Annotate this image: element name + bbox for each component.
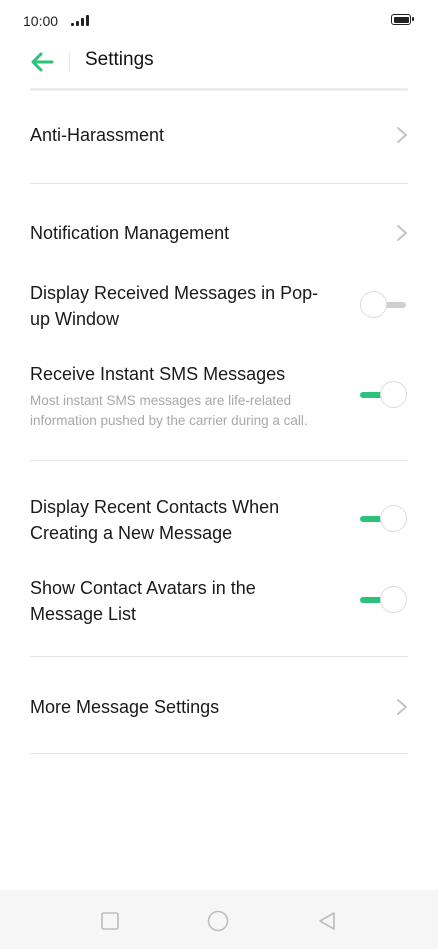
recent-contacts-label: Display Recent Contacts When Creating a … bbox=[30, 497, 280, 543]
instant-sms-row: Receive Instant SMS Messages Most instan… bbox=[30, 361, 408, 433]
chevron-right-icon bbox=[396, 224, 408, 242]
page-title: Settings bbox=[85, 49, 154, 70]
divider bbox=[30, 460, 408, 461]
status-time: 10:00 bbox=[23, 13, 59, 29]
instant-sms-toggle[interactable] bbox=[360, 380, 408, 410]
circle-icon[interactable] bbox=[207, 910, 229, 932]
navigation-bar bbox=[0, 890, 438, 949]
popup-window-toggle[interactable] bbox=[360, 290, 408, 320]
header-divider bbox=[69, 52, 70, 72]
instant-sms-description: Most instant SMS messages are life-relat… bbox=[30, 393, 308, 428]
more-message-settings-label: More Message Settings bbox=[30, 697, 220, 717]
divider bbox=[30, 753, 408, 754]
popup-window-label: Display Received Messages in Pop-up Wind… bbox=[30, 283, 319, 329]
divider bbox=[30, 656, 408, 657]
notification-management-label: Notification Management bbox=[30, 223, 230, 243]
popup-window-row: Display Received Messages in Pop-up Wind… bbox=[30, 280, 408, 332]
recent-contacts-toggle[interactable] bbox=[360, 504, 408, 534]
triangle-back-icon[interactable] bbox=[316, 910, 338, 932]
anti-harassment-label: Anti-Harassment bbox=[30, 125, 165, 145]
contact-avatars-toggle[interactable] bbox=[360, 585, 408, 615]
notification-management-row[interactable]: Notification Management bbox=[30, 220, 408, 246]
signal-icon bbox=[71, 14, 89, 26]
status-bar: 10:00 bbox=[0, 0, 438, 40]
chevron-right-icon bbox=[396, 698, 408, 716]
contact-avatars-row: Show Contact Avatars in the Message List bbox=[30, 575, 408, 627]
divider bbox=[30, 183, 408, 184]
scroll-edge bbox=[30, 88, 408, 91]
contact-avatars-label: Show Contact Avatars in the Message List bbox=[30, 578, 256, 624]
back-arrow-icon[interactable] bbox=[30, 52, 54, 72]
header: Settings bbox=[0, 40, 438, 84]
more-message-settings-row[interactable]: More Message Settings bbox=[30, 694, 408, 720]
square-icon[interactable] bbox=[99, 910, 121, 932]
recent-contacts-row: Display Recent Contacts When Creating a … bbox=[30, 494, 408, 546]
chevron-right-icon bbox=[396, 126, 408, 144]
anti-harassment-row[interactable]: Anti-Harassment bbox=[30, 122, 408, 148]
instant-sms-label: Receive Instant SMS Messages bbox=[30, 364, 286, 384]
battery-icon bbox=[391, 14, 414, 25]
